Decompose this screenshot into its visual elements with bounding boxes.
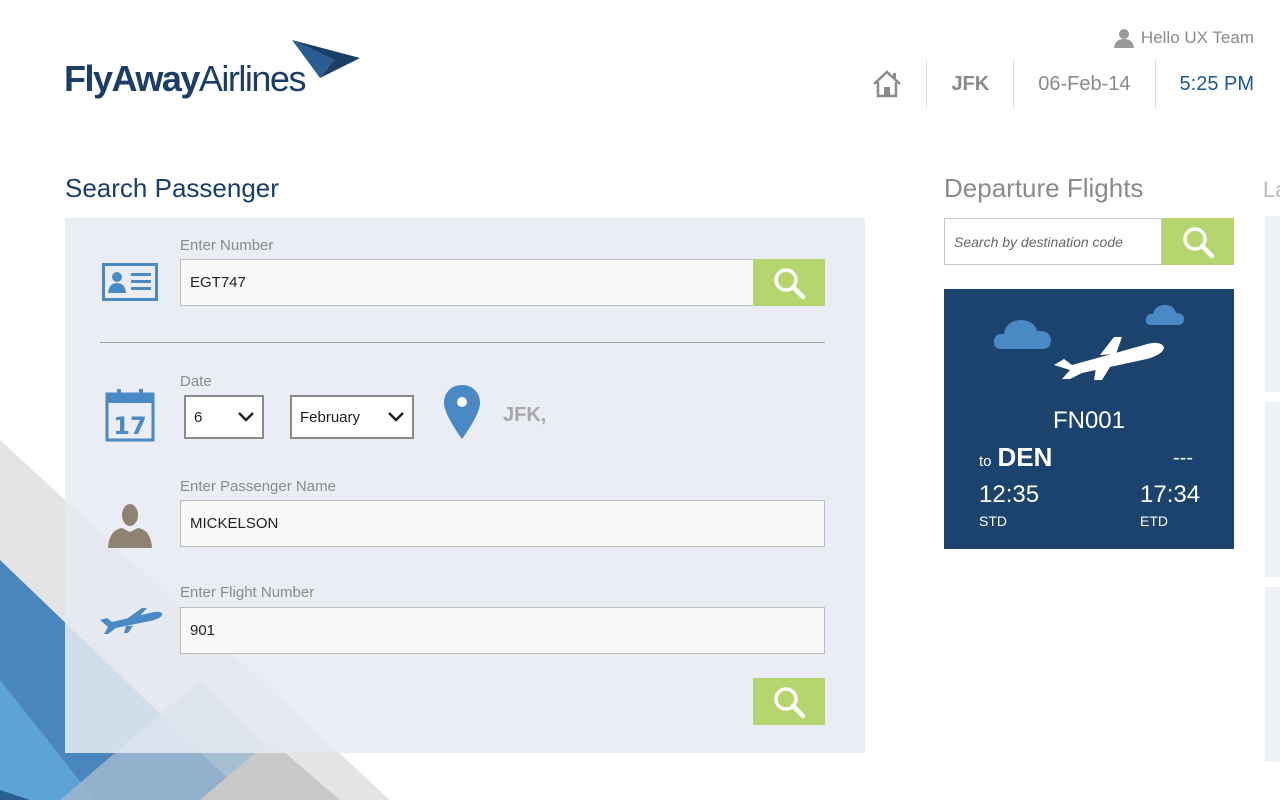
number-input[interactable] (180, 259, 754, 306)
search-passenger-button[interactable] (753, 678, 825, 725)
brand-name-part1: FlyAway (64, 58, 200, 99)
search-passenger-title: Search Passenger (65, 173, 279, 203)
destination-prefix: to (979, 453, 992, 470)
home-icon (873, 70, 902, 98)
map-pin-icon (444, 385, 480, 439)
calendar-day-number: 17 (113, 412, 146, 440)
logo-swoosh-icon (292, 40, 360, 78)
brand-logo[interactable]: FlyAwayAirlines (64, 58, 306, 100)
home-button[interactable] (872, 60, 926, 108)
latest-title-fragment: La (1263, 177, 1280, 202)
current-time: 5:25 PM (1154, 60, 1254, 108)
calendar-icon: 17 (105, 389, 155, 442)
destination-search (944, 218, 1234, 265)
std-time: 12:35 (979, 481, 1040, 508)
chevron-down-icon (388, 412, 404, 422)
day-select-value: 6 (194, 408, 203, 426)
departure-flights-title: Departure Flights (944, 173, 1144, 203)
destination-search-button[interactable] (1162, 218, 1234, 265)
passenger-name-label: Enter Passenger Name (180, 478, 336, 495)
number-search-button[interactable] (753, 259, 825, 306)
location-code: JFK, (503, 404, 547, 426)
day-select[interactable]: 6 (184, 395, 264, 439)
airplane-icon (100, 608, 163, 634)
destination-code: DEN (997, 442, 1053, 472)
latest-card[interactable] (1265, 402, 1280, 577)
cloud-icon (993, 320, 1051, 349)
search-passenger-panel: Enter Number 17 Date 6 February JFK, Ent… (65, 218, 865, 753)
latest-card[interactable] (1265, 216, 1280, 392)
airplane-icon (1054, 337, 1164, 380)
flight-number-input[interactable] (180, 607, 825, 654)
person-icon (108, 504, 152, 548)
greeting-text: Hello UX Team (1140, 28, 1254, 47)
cloud-icon (1145, 305, 1184, 325)
search-icon (774, 686, 806, 718)
flight-status: --- (1173, 447, 1193, 469)
number-label: Enter Number (180, 237, 274, 254)
id-card-icon (102, 263, 158, 301)
chevron-down-icon (238, 412, 254, 422)
month-select-value: February (300, 408, 361, 426)
current-date: 06-Feb-14 (1013, 60, 1154, 108)
destination-search-input[interactable] (944, 218, 1162, 265)
etd-time: 17:34 (1140, 481, 1201, 508)
flight-number-label: Enter Flight Number (180, 584, 315, 601)
header-info-bar: JFK 06-Feb-14 5:25 PM (872, 60, 1254, 108)
latest-card[interactable] (1265, 587, 1280, 762)
flight-number: FN001 (1052, 407, 1126, 434)
user-icon (1113, 29, 1134, 48)
user-greeting[interactable]: Hello UX Team (1113, 28, 1254, 48)
search-icon (1183, 226, 1215, 258)
month-select[interactable]: February (290, 395, 414, 439)
search-icon (774, 267, 806, 299)
flight-card[interactable]: FN001 to DEN --- 12:35 STD 17:34 ETD (944, 289, 1234, 549)
passenger-name-input[interactable] (180, 500, 825, 547)
airport-code[interactable]: JFK (926, 60, 1013, 108)
date-label: Date (180, 373, 212, 390)
std-label: STD (979, 513, 1007, 529)
etd-label: ETD (1140, 513, 1168, 529)
section-divider (100, 342, 825, 343)
flight-destination: to DEN (979, 442, 1052, 473)
